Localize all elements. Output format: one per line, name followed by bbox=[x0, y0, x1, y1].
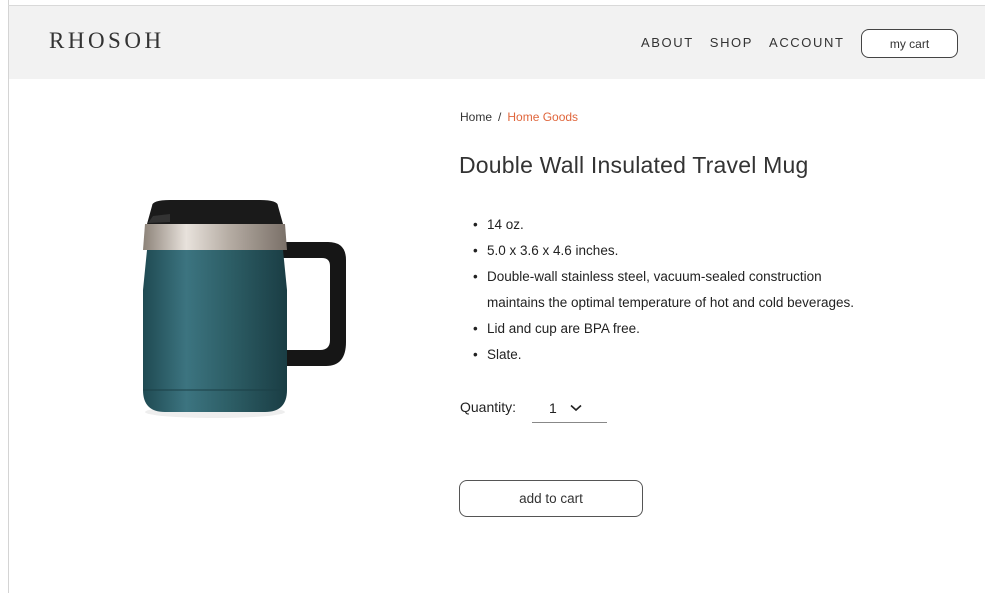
nav-about[interactable]: ABOUT bbox=[641, 35, 694, 50]
breadcrumb-separator: / bbox=[498, 110, 502, 124]
product-image bbox=[130, 190, 360, 430]
quantity-label: Quantity: bbox=[460, 399, 517, 415]
feature-item: Lid and cup are BPA free. bbox=[473, 316, 923, 342]
product-title: Double Wall Insulated Travel Mug bbox=[459, 152, 809, 178]
feature-text-continued: maintains the optimal temperature of hot… bbox=[487, 295, 854, 310]
breadcrumb-home-goods[interactable]: Home Goods bbox=[507, 110, 578, 124]
feature-item: Slate. bbox=[473, 342, 923, 368]
quantity-select[interactable]: 1 bbox=[532, 394, 607, 423]
feature-item: 5.0 x 3.6 x 4.6 inches. bbox=[473, 238, 923, 264]
feature-text: 14 oz. bbox=[487, 217, 524, 232]
site-header: RHOSOH ABOUT SHOP ACCOUNT my cart bbox=[9, 6, 985, 79]
travel-mug-image bbox=[143, 200, 346, 418]
feature-text: Slate. bbox=[487, 347, 522, 362]
breadcrumb-home[interactable]: Home bbox=[460, 110, 492, 124]
page-border-left bbox=[8, 0, 9, 593]
nav-account[interactable]: ACCOUNT bbox=[769, 35, 844, 50]
add-to-cart-button[interactable]: add to cart bbox=[459, 480, 643, 517]
feature-list: 14 oz. 5.0 x 3.6 x 4.6 inches. Double-wa… bbox=[473, 212, 923, 368]
my-cart-button[interactable]: my cart bbox=[861, 29, 958, 58]
site-logo[interactable]: RHOSOH bbox=[49, 28, 165, 54]
feature-item: 14 oz. bbox=[473, 212, 923, 238]
breadcrumb: Home / Home Goods bbox=[460, 110, 578, 124]
feature-text: Double-wall stainless steel, vacuum-seal… bbox=[487, 269, 822, 284]
main-nav: ABOUT SHOP ACCOUNT bbox=[641, 35, 845, 50]
quantity-value: 1 bbox=[549, 400, 557, 416]
feature-text: 5.0 x 3.6 x 4.6 inches. bbox=[487, 243, 619, 258]
chevron-down-icon bbox=[570, 404, 582, 412]
nav-shop[interactable]: SHOP bbox=[710, 35, 753, 50]
feature-text: Lid and cup are BPA free. bbox=[487, 321, 640, 336]
feature-item: Double-wall stainless steel, vacuum-seal… bbox=[473, 264, 923, 316]
